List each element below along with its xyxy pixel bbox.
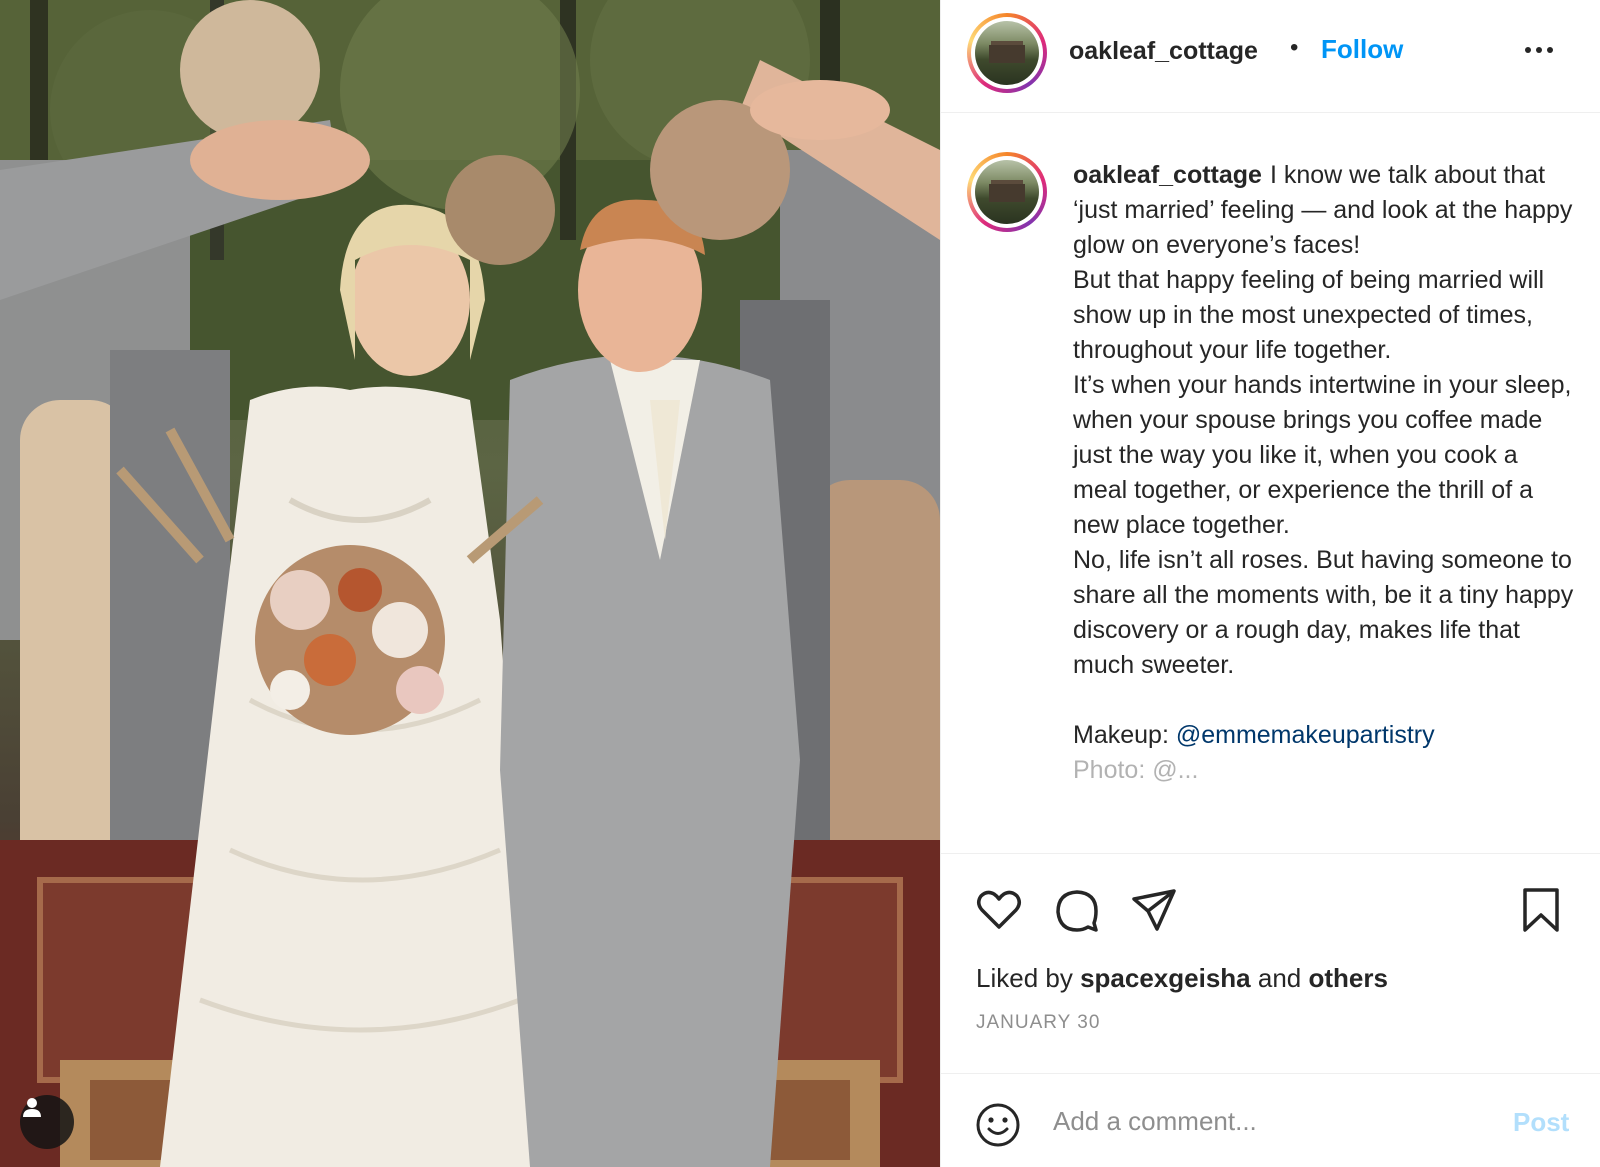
caption-scroll-area[interactable]: oakleaf_cottage I know we talk about that… (941, 114, 1600, 854)
caption-line-3: It’s when your hands intertwine in your … (1073, 371, 1572, 539)
separator-dot: • (1290, 34, 1299, 61)
credit-label: Makeup: (1073, 721, 1176, 749)
post-actions (941, 855, 1600, 935)
comment-input[interactable] (1053, 1096, 1473, 1146)
caption-avatar[interactable] (967, 152, 1047, 232)
likes-others-link[interactable]: others (1308, 963, 1387, 993)
profile-avatar[interactable] (967, 13, 1047, 93)
user-icon (23, 1098, 41, 1117)
follow-button[interactable]: Follow (1321, 34, 1403, 65)
caption-username[interactable]: oakleaf_cottage (1073, 161, 1262, 189)
comment-bar: Post (941, 1073, 1600, 1167)
post-header: oakleaf_cottage • Follow (941, 0, 1600, 113)
bookmark-icon[interactable] (1516, 885, 1566, 935)
post-date[interactable]: JANUARY 30 (976, 1012, 1100, 1034)
post-side-panel: oakleaf_cottage • Follow oakleaf_cottage… (940, 0, 1600, 1167)
caption-cutoff-line: Photo: @... (1073, 756, 1199, 784)
heart-icon[interactable] (974, 885, 1024, 935)
liked-by-user[interactable]: spacexgeisha (1080, 963, 1251, 993)
likes-prefix: Liked by (976, 963, 1081, 993)
likes-middle: and (1250, 963, 1309, 993)
share-icon[interactable] (1129, 885, 1179, 935)
header-username[interactable]: oakleaf_cottage (1069, 37, 1258, 66)
caption-line-2: But that happy feeling of being married … (1073, 266, 1545, 364)
photo-illustration (0, 0, 940, 1167)
post-comment-button[interactable]: Post (1513, 1107, 1569, 1138)
avatar-image (975, 160, 1039, 224)
smiley-icon[interactable] (975, 1102, 1021, 1148)
comment-icon[interactable] (1052, 885, 1102, 935)
tagged-users-button[interactable] (20, 1095, 74, 1149)
mention-link[interactable]: @emmemakeupartistry (1176, 721, 1435, 749)
post-photo[interactable] (0, 0, 940, 1167)
caption-line-4: No, life isn’t all roses. But having som… (1073, 546, 1574, 679)
post-caption: oakleaf_cottage I know we talk about that… (1073, 158, 1578, 788)
avatar-image (975, 21, 1039, 85)
caption-credit: Makeup: @emmemakeupartistry (1073, 718, 1578, 753)
likes-summary: Liked by spacexgeisha and others (976, 963, 1388, 994)
more-options-icon[interactable] (1519, 30, 1559, 70)
